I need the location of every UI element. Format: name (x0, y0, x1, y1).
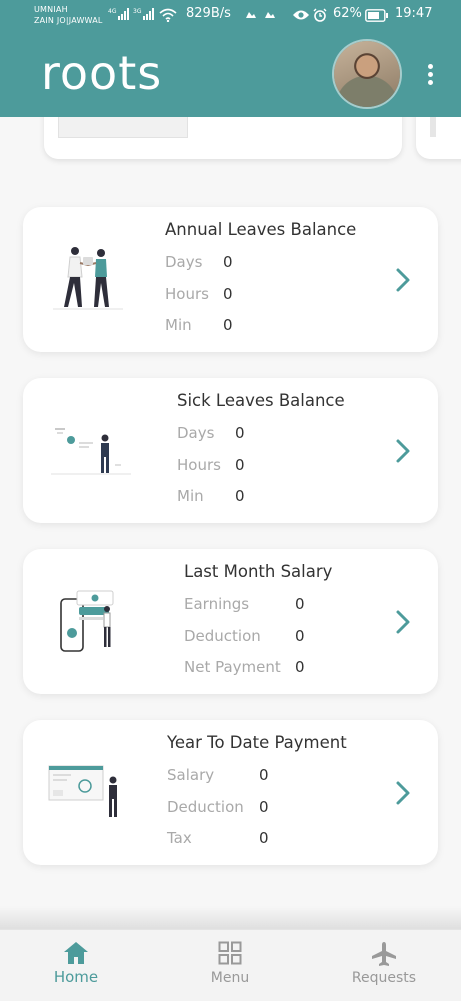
clock: 19:47 (395, 6, 433, 21)
battery-percentage: 62% (333, 6, 362, 21)
chevron-right-icon[interactable] (393, 265, 413, 295)
days-value: 0 (223, 253, 233, 271)
net-payment-label: Net Payment (184, 658, 281, 676)
bottom-navigation: Home Menu Requests (0, 929, 461, 1001)
avatar[interactable] (334, 41, 400, 107)
days-label: Days (165, 253, 203, 271)
annual-leaves-card[interactable]: Annual Leaves Balance Days 0 Hours 0 Min… (23, 207, 438, 352)
hours-label: Hours (165, 285, 209, 303)
min-value: 0 (223, 316, 233, 334)
svg-text:4G: 4G (108, 8, 117, 15)
earnings-label: Earnings (184, 595, 250, 613)
hours-value: 0 (223, 285, 233, 303)
svg-text:3G: 3G (133, 8, 142, 15)
signal-icon: 4G (108, 8, 129, 20)
hours-label: Hours (177, 456, 221, 474)
carrier-2: ZAIN JO|JAWWAL (34, 16, 103, 25)
salary-phone-illustration (60, 590, 114, 652)
grid-menu-icon (218, 941, 242, 965)
signal-icon-2: 3G (133, 8, 154, 20)
hours-value: 0 (235, 456, 245, 474)
min-label: Min (165, 316, 192, 334)
deduction-value: 0 (295, 627, 305, 645)
year-to-date-payment-card[interactable]: Year To Date Payment Salary 0 Deduction … (23, 720, 438, 865)
app-logo: roots (41, 46, 163, 100)
ytd-board-illustration (48, 765, 117, 817)
leave-handshake-illustration (53, 247, 123, 310)
eye-icon (293, 10, 309, 20)
deduction-value: 0 (259, 798, 269, 816)
carousel-card-partial[interactable] (44, 117, 402, 159)
battery-icon (365, 9, 388, 22)
app-header: roots (0, 30, 461, 117)
carousel-card-partial-next[interactable] (416, 117, 461, 159)
net-speed: 829B/s (186, 6, 231, 21)
nav-requests-label: Requests (351, 970, 417, 986)
salary-label: Salary (167, 766, 215, 784)
tax-label: Tax (167, 829, 192, 847)
nav-shadow (0, 906, 461, 930)
deduction-label: Deduction (167, 798, 244, 816)
more-options-icon[interactable] (424, 64, 436, 86)
nav-home-label: Home (53, 968, 99, 986)
nav-menu-label: Menu (210, 970, 250, 986)
status-bar: UMNIAH ZAIN JO|JAWWAL 4G 3G 829B/s 62% 1… (0, 0, 461, 30)
chevron-right-icon[interactable] (393, 778, 413, 808)
nav-menu[interactable]: Menu (170, 930, 290, 1001)
dashboard-scroll[interactable]: Annual Leaves Balance Days 0 Hours 0 Min… (0, 117, 461, 929)
wifi-icon (159, 8, 177, 22)
home-icon (64, 942, 88, 964)
notification-icon-2 (265, 12, 275, 18)
earnings-value: 0 (295, 595, 305, 613)
carousel-card-image (430, 117, 436, 137)
carrier-1: UMNIAH (34, 5, 68, 14)
chevron-right-icon[interactable] (393, 436, 413, 466)
carrier-info: UMNIAH ZAIN JO|JAWWAL (34, 4, 103, 26)
nav-home[interactable]: Home (16, 930, 136, 1001)
min-value: 0 (235, 487, 245, 505)
nav-requests[interactable]: Requests (324, 930, 444, 1001)
card-title: Year To Date Payment (167, 733, 347, 752)
chevron-right-icon[interactable] (393, 607, 413, 637)
airplane-icon (372, 942, 396, 966)
days-label: Days (177, 424, 215, 442)
carousel-card-image (58, 117, 188, 138)
card-title: Annual Leaves Balance (165, 220, 357, 239)
tax-value: 0 (259, 829, 269, 847)
salary-value: 0 (259, 766, 269, 784)
notification-icon (246, 12, 256, 18)
deduction-label: Deduction (184, 627, 261, 645)
days-value: 0 (235, 424, 245, 442)
last-month-salary-card[interactable]: Last Month Salary Earnings 0 Deduction 0… (23, 549, 438, 694)
sick-leave-illustration (51, 428, 131, 475)
card-title: Last Month Salary (184, 562, 333, 581)
alarm-icon (313, 8, 327, 22)
sick-leaves-card[interactable]: Sick Leaves Balance Days 0 Hours 0 Min 0 (23, 378, 438, 523)
net-payment-value: 0 (295, 658, 305, 676)
card-title: Sick Leaves Balance (177, 391, 345, 410)
min-label: Min (177, 487, 204, 505)
